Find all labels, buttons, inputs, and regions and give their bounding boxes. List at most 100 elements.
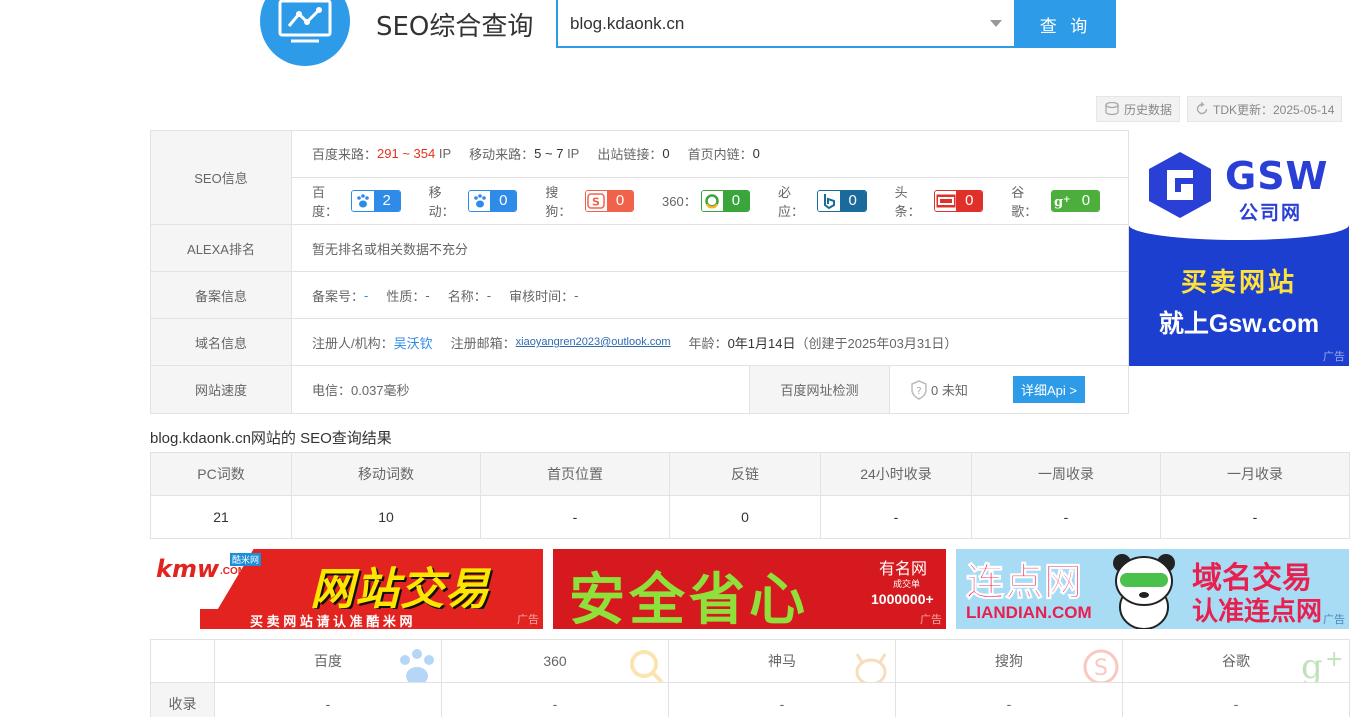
history-data-button[interactable]: 历史数据 xyxy=(1096,96,1181,122)
baidu-check-label: 百度网址检测 xyxy=(750,366,890,413)
registrant-link[interactable]: 吴沃钦 xyxy=(394,333,433,352)
baidu-paw-icon xyxy=(352,190,374,211)
google-plus-icon: g + xyxy=(1051,190,1073,211)
icp-label: 备案信息 xyxy=(151,272,292,318)
result-data-row: 21 10 - 0 - - - xyxy=(150,495,1350,539)
rank-badge-baidu[interactable]: 2 xyxy=(351,189,401,212)
rank-value-google: 0 xyxy=(1072,190,1099,211)
search-box xyxy=(556,0,1016,48)
homepage-links-value: 0 xyxy=(752,146,760,162)
speed-label: 网站速度 xyxy=(151,366,292,413)
result-header: 移动词数 xyxy=(291,452,481,496)
search-button[interactable]: 查 询 xyxy=(1015,0,1116,48)
engine-header-label: 360 xyxy=(543,653,567,669)
kmw-logo-tld: .COM xyxy=(220,566,247,577)
rank-badge-google[interactable]: g + 0 xyxy=(1050,189,1100,212)
rank-badge-toutiao[interactable]: 0 xyxy=(934,189,984,212)
api-detail-button[interactable]: 详细Api > xyxy=(1013,376,1085,403)
rank-badge-sogou[interactable]: S 0 xyxy=(584,189,635,212)
engine-index-table: 百度 360 神马 搜狗 S 谷歌 g + 收录 - - - - - xyxy=(150,639,1350,717)
rank-badge-360[interactable]: 0 xyxy=(700,189,750,212)
result-cell[interactable]: 21 xyxy=(150,495,292,539)
gsw-brand: GSW xyxy=(1225,154,1329,198)
liandian-ad[interactable]: 连点网 LIANDIAN.COM 域名交易 认准连点网 广告 xyxy=(956,549,1349,629)
engine-header-label: 百度 xyxy=(314,653,342,669)
rank-value-360: 0 xyxy=(722,190,749,211)
baidu-traffic-label: 百度来路： xyxy=(312,147,378,163)
seo-info-label: SEO信息 xyxy=(151,131,292,224)
svg-text:S: S xyxy=(592,195,600,208)
ld-domain: LIANDIAN.COM xyxy=(966,603,1092,622)
engine-index-row: 收录 - - - - - xyxy=(150,682,1350,717)
email-label: 注册邮箱： xyxy=(450,335,516,351)
rank-badge-mobile[interactable]: 0 xyxy=(468,189,518,212)
rank-label-360: 360： xyxy=(662,194,697,210)
engine-header-baidu: 百度 xyxy=(214,639,442,683)
outlinks-value: 0 xyxy=(662,146,670,162)
engine-index-cell: - xyxy=(214,682,442,717)
result-cell: - xyxy=(480,495,670,539)
engine-header-360: 360 xyxy=(441,639,669,683)
engine-header-sogou: 搜狗 S xyxy=(895,639,1123,683)
domain-label: 域名信息 xyxy=(151,319,292,365)
result-cell[interactable]: 0 xyxy=(669,495,821,539)
email-link[interactable]: xiaoyangren2023@outlook.com xyxy=(516,336,671,348)
baidu-paw-icon xyxy=(400,649,434,682)
icp-nature-value: - xyxy=(425,287,430,303)
speed-values: 电信：0.037毫秒 百度网址检测 ? 0 未知 详细Api > xyxy=(292,366,1128,413)
icp-number-link[interactable]: - xyxy=(364,288,368,303)
ad-tag: 广告 xyxy=(517,614,539,626)
registrant-label: 注册人/机构： xyxy=(312,335,394,351)
tdk-update-label: TDK更新：2025-05-14 xyxy=(1213,102,1335,117)
search-input[interactable] xyxy=(570,10,970,38)
rank-label-toutiao: 头条： xyxy=(894,184,921,219)
tdk-update-button[interactable]: TDK更新：2025-05-14 xyxy=(1187,96,1343,122)
icp-audit-value: - xyxy=(574,287,579,303)
age-label: 年龄： xyxy=(688,335,728,351)
site-logo[interactable] xyxy=(260,0,350,66)
svg-text:?: ? xyxy=(916,386,921,397)
mobile-traffic-unit: IP xyxy=(567,146,580,162)
engine-index-cell: - xyxy=(1122,682,1350,717)
ym-ad[interactable]: 安全省心 有名网 成交单 1000000+ 广告 xyxy=(553,549,946,629)
shenma-horse-icon xyxy=(855,653,887,682)
result-table: PC词数 移动词数 首页位置 反链 24小时收录 一周收录 一月收录 21 10… xyxy=(150,452,1350,539)
kmw-ad[interactable]: kmw .COM 酷米网 网站交易 买 卖 网 站 请 认 准 酷 米 网 广告 xyxy=(150,549,543,629)
rank-value-toutiao: 0 xyxy=(956,190,983,211)
created-date: （创建于2025年03月31日） xyxy=(795,335,958,351)
kmw-sub-text: 买 卖 网 站 请 认 准 酷 米 网 xyxy=(250,614,413,629)
ym-main-text: 安全省心 xyxy=(569,555,809,629)
ld-line2: 认准连点网 xyxy=(1192,596,1323,626)
result-header-row: PC词数 移动词数 首页位置 反链 24小时收录 一周收录 一月收录 xyxy=(150,452,1350,496)
alexa-row: ALEXA排名 暂无排名或相关数据不充分 xyxy=(151,225,1128,272)
sogou-icon: S xyxy=(1083,649,1119,682)
gsw-line2: 就上Gsw.com xyxy=(1158,310,1320,338)
result-title: blog.kdaonk.cn网站的 SEO查询结果 xyxy=(150,430,392,447)
mobile-traffic-value: 5 ~ 7 xyxy=(534,146,564,162)
bing-icon xyxy=(818,190,840,211)
shield-question-icon: ? xyxy=(911,379,927,400)
result-header: 首页位置 xyxy=(480,452,670,496)
baidu-mobile-paw-icon xyxy=(469,190,491,211)
age-value: 0年1月14日 xyxy=(727,335,796,351)
result-header: 反链 xyxy=(669,452,821,496)
kmw-logo: kmw xyxy=(156,555,220,583)
icp-values: 备案号： - 性质： - 名称： - 审核时间： - xyxy=(292,272,1128,318)
homepage-links-label: 首页内链： xyxy=(687,147,753,163)
icp-nature-label: 性质： xyxy=(386,288,426,304)
engine-header-shenma: 神马 xyxy=(668,639,896,683)
ad-tag: 广告 xyxy=(920,614,942,626)
ym-brand: 有名网 xyxy=(879,561,928,578)
rank-badge-bing[interactable]: 0 xyxy=(817,189,867,212)
chevron-down-icon[interactable] xyxy=(990,20,1002,27)
rank-value-mobile: 0 xyxy=(490,190,517,211)
rank-value-sogou: 0 xyxy=(607,190,634,211)
result-cell[interactable]: 10 xyxy=(291,495,481,539)
sogou-icon: S xyxy=(585,190,608,211)
icp-audit-label: 审核时间： xyxy=(509,288,575,304)
gsw-ad[interactable]: GSW 公司网 买卖网站 就上Gsw.com 广告 xyxy=(1129,130,1349,366)
rank-line: 百度： 2 移动： 0 搜狗： S 0 360： 0 必应： 0 头条： 0 谷… xyxy=(292,178,1128,225)
gsw-logo-icon xyxy=(1149,152,1211,218)
result-header: 一周收录 xyxy=(971,452,1161,496)
rank-label-google: 谷歌： xyxy=(1011,184,1038,219)
